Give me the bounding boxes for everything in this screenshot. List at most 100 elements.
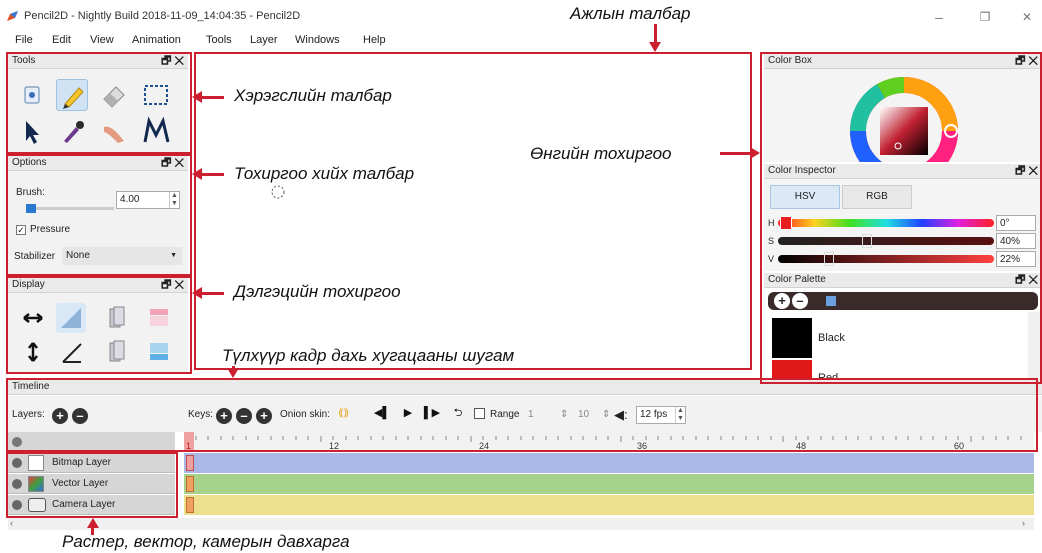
- eraser-tool-button[interactable]: [98, 79, 130, 111]
- dock-float-close-icon[interactable]: 🗗 ✕: [161, 54, 184, 68]
- saturation-slider[interactable]: [778, 237, 994, 245]
- spin-arrows-icon[interactable]: ▲ ▼: [169, 192, 179, 208]
- hue-slider[interactable]: [778, 219, 994, 227]
- maximize-button[interactable]: ❐: [970, 6, 1000, 28]
- menu-view[interactable]: View: [90, 34, 114, 46]
- keyframe[interactable]: [186, 476, 194, 492]
- range-spin-icon[interactable]: ⇕: [560, 409, 568, 420]
- menu-animation[interactable]: Animation: [132, 34, 181, 46]
- swatch-black[interactable]: [772, 318, 812, 358]
- polyline-tool-button[interactable]: [140, 115, 172, 147]
- select-tool-button[interactable]: [140, 79, 172, 111]
- stabilizer-select[interactable]: None ▼: [62, 247, 182, 265]
- range-checkbox[interactable]: [474, 408, 485, 419]
- onion-prev-toggle[interactable]: [56, 303, 86, 333]
- onion-skin-toggle-icon[interactable]: ⟪⟫: [338, 408, 349, 419]
- previous-frame-icon[interactable]: ◀▌: [372, 404, 392, 422]
- menu-file[interactable]: File: [15, 34, 33, 46]
- horizontal-flip-icon[interactable]: [22, 307, 44, 329]
- track-camera[interactable]: [184, 495, 1034, 515]
- saturation-handle[interactable]: [862, 234, 872, 248]
- tab-rgb[interactable]: RGB: [842, 185, 912, 209]
- value-slider[interactable]: [778, 255, 994, 263]
- timeline-scrollbar[interactable]: ‹ ›: [8, 518, 1034, 530]
- add-layer-icon[interactable]: +: [52, 408, 68, 424]
- menu-edit[interactable]: Edit: [52, 34, 71, 46]
- menu-layer[interactable]: Layer: [250, 34, 278, 46]
- palette-view-icon[interactable]: [826, 296, 836, 306]
- onion-skin-red-frames-icon[interactable]: [106, 339, 128, 365]
- scroll-left-icon[interactable]: ‹: [10, 518, 13, 528]
- menu-windows[interactable]: Windows: [295, 34, 340, 46]
- visibility-icon[interactable]: [12, 500, 22, 510]
- track-vector[interactable]: [184, 474, 1034, 494]
- duplicate-key-icon[interactable]: +: [256, 408, 272, 424]
- onion-skin-next-icon[interactable]: [60, 341, 84, 365]
- range-start-value[interactable]: 1: [528, 409, 534, 420]
- timeline-toolbar: Layers: + – Keys: + – + Onion skin: ⟪⟫ ◀…: [8, 396, 1042, 432]
- color-wheel[interactable]: [848, 75, 960, 162]
- brush-size-input[interactable]: 4.00 ▲ ▼: [116, 191, 180, 209]
- v-value-input[interactable]: 22%: [996, 251, 1036, 267]
- ruler-label-60: 60: [954, 441, 965, 451]
- layer-row-camera[interactable]: Camera Layer: [8, 495, 175, 515]
- annotation-color: Өнгийн тохиргоо: [530, 144, 672, 163]
- remove-key-icon[interactable]: –: [236, 408, 252, 424]
- keyframe[interactable]: [186, 455, 194, 471]
- scroll-right-icon[interactable]: ›: [1022, 518, 1025, 528]
- tools-panel: [8, 69, 188, 153]
- loop-icon[interactable]: ⮌: [448, 404, 468, 422]
- onion-skin-color-pink-icon[interactable]: [148, 307, 170, 329]
- remove-layer-icon[interactable]: –: [72, 408, 88, 424]
- layer-row-vector[interactable]: Vector Layer: [8, 474, 175, 494]
- color-inspector-header: Color Inspector 🗗 ✕: [764, 164, 1042, 179]
- play-icon[interactable]: ▶: [398, 404, 418, 422]
- minimize-button[interactable]: –: [924, 6, 954, 28]
- keyframe[interactable]: [186, 497, 194, 513]
- onion-skin-color-blue-icon[interactable]: [148, 341, 170, 363]
- palette-scrollbar[interactable]: [1028, 312, 1040, 383]
- hue-handle[interactable]: [780, 216, 792, 230]
- value-handle[interactable]: [824, 252, 834, 266]
- visibility-all-icon[interactable]: [12, 437, 22, 447]
- pressure-checkbox[interactable]: ✓: [16, 225, 26, 235]
- next-frame-icon[interactable]: ▌▶: [422, 404, 442, 422]
- dock-float-close-icon[interactable]: 🗗 ✕: [1015, 164, 1038, 178]
- fps-input[interactable]: 12 fps ▲ ▼: [636, 406, 686, 424]
- h-value-input[interactable]: 0°: [996, 215, 1036, 231]
- timeline-ruler[interactable]: 1 12 24 36 48 60: [184, 432, 1034, 452]
- tab-hsv[interactable]: HSV: [770, 185, 840, 209]
- brush-slider-track[interactable]: [26, 207, 114, 210]
- dock-float-close-icon[interactable]: 🗗 ✕: [1015, 54, 1038, 68]
- add-color-icon[interactable]: +: [774, 293, 790, 309]
- onion-skin-blue-frames-icon[interactable]: [106, 305, 128, 331]
- dock-float-close-icon[interactable]: 🗗 ✕: [161, 278, 184, 292]
- range-end-value[interactable]: 10: [578, 409, 589, 420]
- track-bitmap[interactable]: [184, 453, 1034, 473]
- dock-float-close-icon[interactable]: 🗗 ✕: [161, 156, 184, 170]
- s-value-input[interactable]: 40%: [996, 233, 1036, 249]
- clear-tool-button[interactable]: [16, 79, 48, 111]
- smudge-tool-button[interactable]: [98, 115, 130, 147]
- range-end-spin-icon[interactable]: ⇕: [602, 409, 610, 420]
- pencil-tool-button[interactable]: [56, 79, 88, 111]
- remove-color-icon[interactable]: –: [792, 293, 808, 309]
- layer-row-bitmap[interactable]: Bitmap Layer: [8, 453, 175, 473]
- fps-spin-arrows-icon[interactable]: ▲ ▼: [675, 407, 685, 423]
- v-label: V: [768, 254, 775, 264]
- menu-tools[interactable]: Tools: [206, 34, 232, 46]
- add-key-icon[interactable]: +: [216, 408, 232, 424]
- dock-float-close-icon[interactable]: 🗗 ✕: [1015, 273, 1038, 287]
- vertical-flip-icon[interactable]: [22, 341, 44, 363]
- visibility-icon[interactable]: [12, 479, 22, 489]
- brush-slider-handle[interactable]: [26, 204, 36, 213]
- move-tool-button[interactable]: [16, 115, 48, 147]
- brush-label: Brush:: [16, 187, 45, 198]
- annotation-options: Тохиргоо хийх талбар: [234, 164, 415, 183]
- eyedropper-tool-button[interactable]: [56, 115, 88, 147]
- sound-icon[interactable]: ◀︎:: [614, 407, 628, 423]
- title-bar: Pencil2D - Nightly Build 2018-11-09_14:0…: [0, 0, 1042, 34]
- close-button[interactable]: ✕: [1012, 6, 1042, 28]
- menu-help[interactable]: Help: [363, 34, 386, 46]
- visibility-icon[interactable]: [12, 458, 22, 468]
